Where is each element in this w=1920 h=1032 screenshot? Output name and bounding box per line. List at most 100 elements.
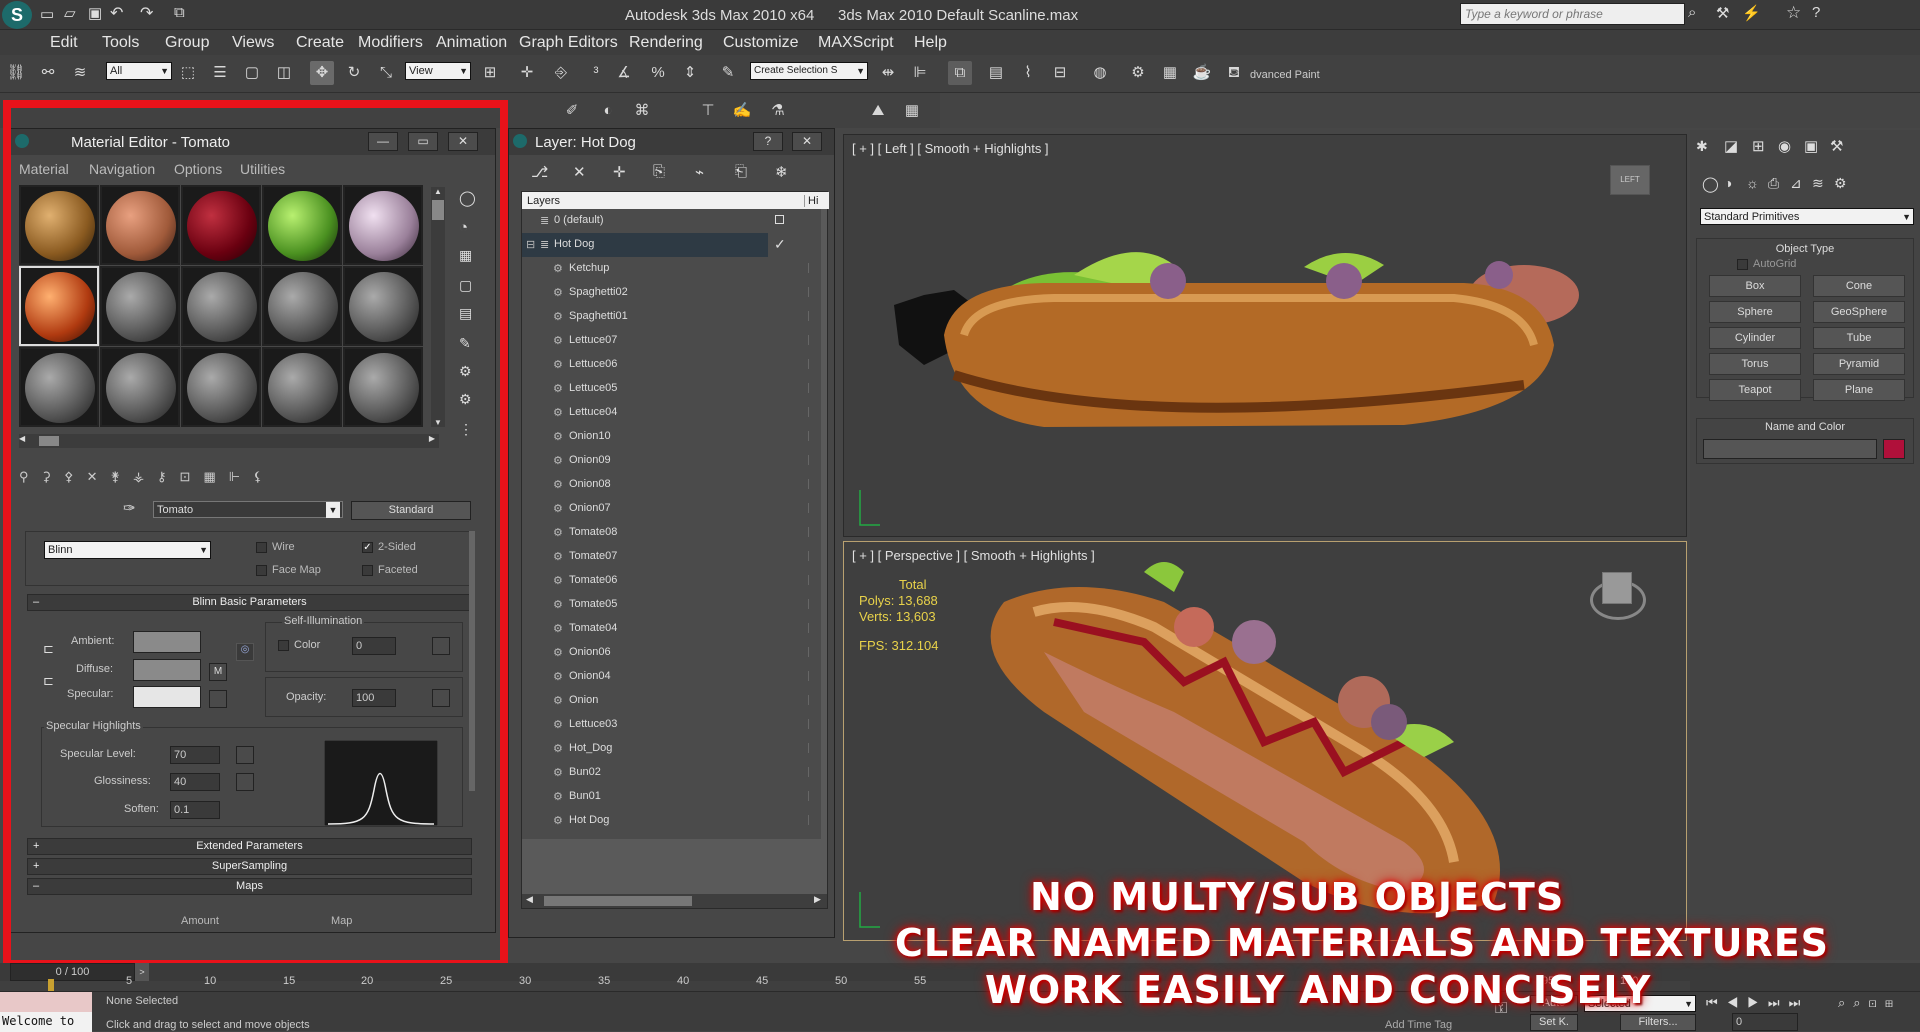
geometry-icon[interactable]: ◯ xyxy=(1702,175,1719,193)
rotate-icon[interactable]: ↻ xyxy=(342,61,366,85)
utilities-tab-icon[interactable]: ⚒ xyxy=(1830,137,1843,155)
new-file-icon[interactable]: ▭ xyxy=(40,5,54,23)
layer-row-default[interactable]: ≣ 0 (default) xyxy=(522,209,822,233)
layer-object-row[interactable]: ⚙ Tomate05 xyxy=(522,593,822,617)
object-hide-toggle[interactable] xyxy=(808,647,814,657)
undo-icon[interactable]: ↶ xyxy=(110,3,123,23)
layer-object-row[interactable]: ⚙ Hot_Dog xyxy=(522,737,822,761)
create-tab-icon[interactable]: ✱ xyxy=(1696,138,1708,155)
viewport-left-label[interactable]: [ + ] [ Left ] [ Smooth + Highlights ] xyxy=(852,141,1049,156)
percent-snap-icon[interactable]: % xyxy=(646,61,670,85)
move-icon[interactable]: ✥ xyxy=(310,61,334,85)
maxscript-mini[interactable] xyxy=(0,992,92,1012)
open-file-icon[interactable]: ▱ xyxy=(64,4,76,22)
help-icon[interactable]: ? xyxy=(1812,4,1820,21)
object-hide-toggle[interactable] xyxy=(808,455,814,465)
col-hide-header[interactable]: Hi xyxy=(804,195,818,207)
object-hide-toggle[interactable] xyxy=(808,671,814,681)
scale-icon[interactable]: ⤡ xyxy=(374,61,398,85)
tube-button[interactable]: Tube xyxy=(1813,327,1905,349)
object-hide-toggle[interactable] xyxy=(808,431,814,441)
expand-icon[interactable]: ⊟ xyxy=(526,238,535,251)
communication-icon[interactable]: ⚡ xyxy=(1742,4,1761,22)
object-hide-toggle[interactable] xyxy=(808,767,814,777)
layer-row-hotdog[interactable]: ⊟ ≣ Hot Dog xyxy=(522,233,768,257)
bind-spacewarp-icon[interactable]: ≋ xyxy=(68,61,92,85)
layer-object-row[interactable]: ⚙ Onion07 xyxy=(522,497,822,521)
manipulate-icon[interactable]: ✛ xyxy=(515,61,539,85)
object-hide-toggle[interactable] xyxy=(808,551,814,561)
layer-object-row[interactable]: ⚙ Bun02 xyxy=(522,761,822,785)
schematic-view-icon[interactable]: ⊟ xyxy=(1048,61,1072,85)
freeze-all-icon[interactable]: ❄ xyxy=(775,163,788,181)
object-hide-toggle[interactable] xyxy=(808,479,814,489)
hide-checkbox[interactable] xyxy=(775,215,784,224)
object-hide-toggle[interactable] xyxy=(808,791,814,801)
current-frame-spinner[interactable]: 0 xyxy=(1732,1013,1798,1031)
select-object-icon[interactable]: ⬚ xyxy=(176,61,200,85)
selection-filter-dropdown[interactable]: All ▼ xyxy=(106,62,172,80)
object-hide-toggle[interactable] xyxy=(808,527,814,537)
unlink-icon[interactable]: ⚯ xyxy=(36,61,60,85)
layer-hscrollbar[interactable]: ◀ ▶ xyxy=(522,894,827,908)
binoculars-icon[interactable]: ⌕ xyxy=(1688,4,1696,21)
menu-views[interactable]: Views xyxy=(232,34,274,52)
object-hide-toggle[interactable] xyxy=(808,263,814,273)
motion-tab-icon[interactable]: ◉ xyxy=(1778,137,1791,155)
layer-help-button[interactable]: ? xyxy=(753,132,783,151)
pivot-center-icon[interactable]: ⊞ xyxy=(478,61,502,85)
lights-icon[interactable]: ☼ xyxy=(1746,175,1759,191)
box-button[interactable]: Box xyxy=(1709,275,1801,297)
save-icon[interactable]: ▣ xyxy=(88,4,102,22)
spacewarps-icon[interactable]: ≋ xyxy=(1812,175,1824,192)
torus-button[interactable]: Torus xyxy=(1709,353,1801,375)
menu-create[interactable]: Create xyxy=(296,34,344,52)
cylinder-button[interactable]: Cylinder xyxy=(1709,327,1801,349)
helpers-icon[interactable]: ⊿ xyxy=(1790,175,1802,192)
material-editor-icon[interactable]: ◍ xyxy=(1088,61,1112,85)
redo-icon[interactable]: ↷ xyxy=(140,3,153,23)
viewport-nav-controls[interactable]: ⌕⌕⊡⊞ xyxy=(1838,995,1901,1011)
hide-all-icon[interactable]: ⎗ xyxy=(735,163,747,180)
object-type-title[interactable]: Object Type xyxy=(1697,243,1913,255)
object-color-swatch[interactable] xyxy=(1883,439,1905,459)
layer-object-row[interactable]: ⚙ Bun01 xyxy=(522,785,822,809)
object-hide-toggle[interactable] xyxy=(808,311,814,321)
col-layers-header[interactable]: Layers xyxy=(527,195,560,207)
object-paint-icon[interactable]: ✍ xyxy=(730,99,754,123)
set-current-layer-icon[interactable]: ⌁ xyxy=(695,163,704,181)
align-icon[interactable]: ⊫ xyxy=(908,61,932,85)
modify-tab-icon[interactable]: ◪ xyxy=(1724,137,1738,155)
object-hide-toggle[interactable] xyxy=(808,503,814,513)
rect-selection-icon[interactable]: ▢ xyxy=(240,61,264,85)
menu-edit[interactable]: Edit xyxy=(50,34,78,52)
geosphere-button[interactable]: GeoSphere xyxy=(1813,301,1905,323)
key-filters-button[interactable]: Filters... xyxy=(1620,1014,1696,1031)
layer-manager-icon[interactable]: ⧉ xyxy=(948,61,972,85)
layer-object-row[interactable]: ⚙ Lettuce03 xyxy=(522,713,822,737)
layer-object-row[interactable]: ⚙ Ketchup xyxy=(522,257,822,281)
select-by-name-icon[interactable]: ☰ xyxy=(208,61,232,85)
window-crossing-icon[interactable]: ◫ xyxy=(272,61,296,85)
named-selection-dropdown[interactable]: Create Selection S ▼ xyxy=(750,62,868,80)
add-time-tag[interactable]: Add Time Tag xyxy=(1385,1019,1452,1031)
layer-object-row[interactable]: ⚙ Lettuce06 xyxy=(522,353,822,377)
cameras-icon[interactable]: ⎙ xyxy=(1768,175,1779,192)
shapes-icon[interactable]: ◑ xyxy=(1724,175,1732,191)
name-color-title[interactable]: Name and Color xyxy=(1697,421,1913,433)
edit-named-sets-icon[interactable]: ✎ xyxy=(716,61,740,85)
layer-object-row[interactable]: ⚙ Spaghetti02 xyxy=(522,281,822,305)
sphere-button[interactable]: Sphere xyxy=(1709,301,1801,323)
paint-selection-icon[interactable]: ◐ xyxy=(596,99,620,123)
object-hide-toggle[interactable] xyxy=(808,719,814,729)
select-in-layer-icon[interactable]: ⎘ xyxy=(653,163,665,180)
advanced-paint-label[interactable]: dvanced Paint xyxy=(1250,69,1320,81)
populate-icon[interactable]: ⚗ xyxy=(766,99,790,123)
playback-controls[interactable]: ⏮◀▶⏭⏭ xyxy=(1706,995,1809,1011)
layer-object-row[interactable]: ⚙ Hot Dog xyxy=(522,809,822,833)
paint-tool-icon[interactable]: ✐ xyxy=(560,99,584,123)
layer-object-row[interactable]: ⚙ Onion10 xyxy=(522,425,822,449)
menu-tools[interactable]: Tools xyxy=(102,34,139,52)
teapot-render-icon[interactable]: ⛾ xyxy=(1222,61,1246,85)
graphite-ribbon-icon[interactable]: ▤ xyxy=(984,61,1008,85)
